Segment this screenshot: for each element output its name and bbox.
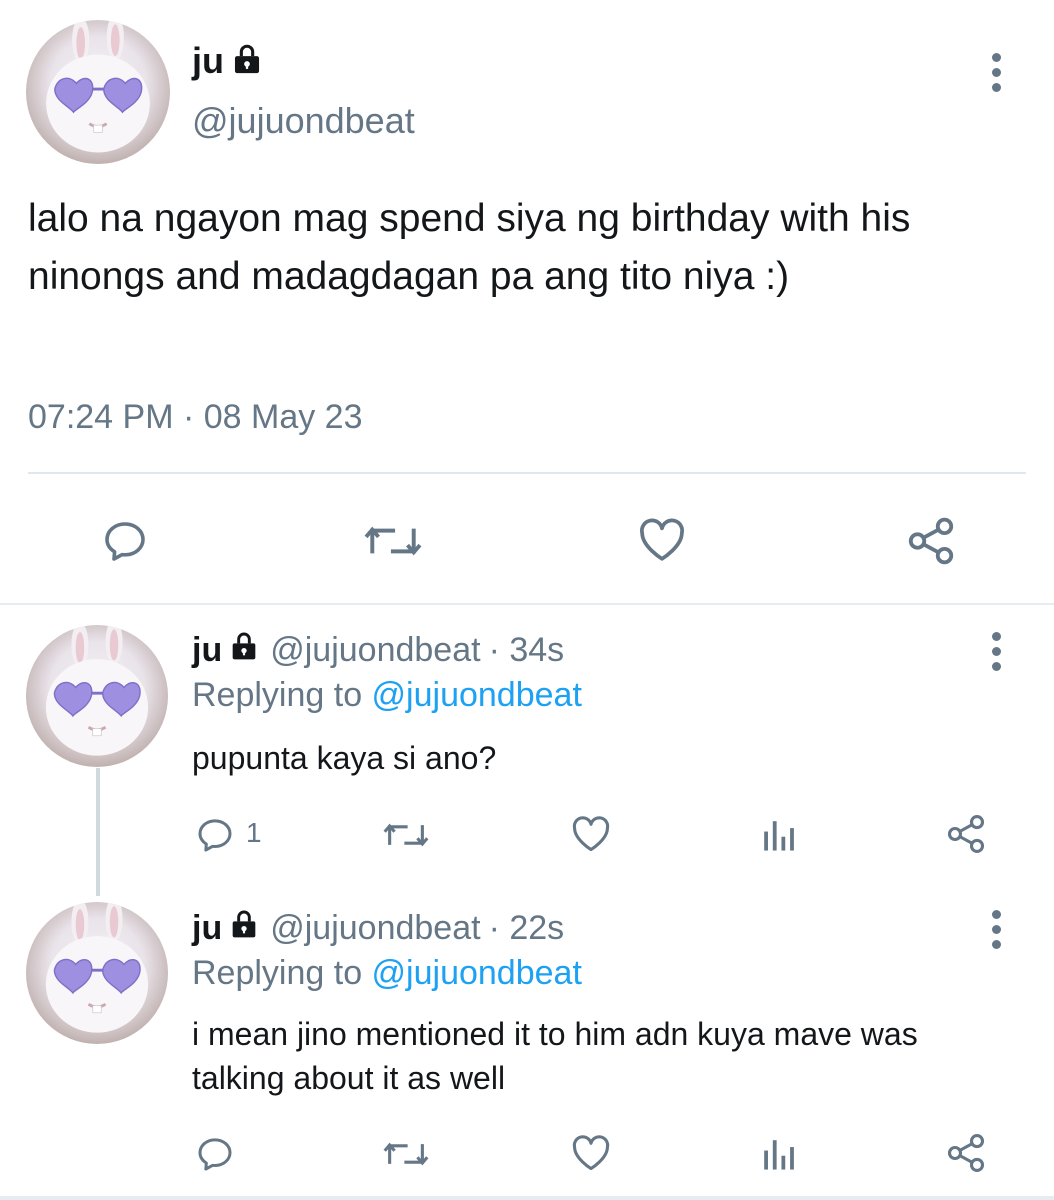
retweet-icon[interactable] [364, 518, 422, 564]
like-icon[interactable] [570, 815, 612, 853]
display-name[interactable]: ju [192, 631, 222, 670]
analytics-icon[interactable] [760, 816, 796, 854]
reply-author-row: ju @jujuondbeat · 34s [192, 630, 564, 671]
avatar[interactable] [26, 20, 170, 164]
handle-row: @jujuondbeat [192, 100, 415, 142]
replying-prefix: Replying to [192, 954, 372, 992]
like-icon[interactable] [636, 517, 688, 563]
reply-icon[interactable] [194, 1134, 236, 1174]
section-divider [0, 603, 1054, 605]
user-handle[interactable]: @jujuondbeat [270, 909, 480, 948]
mention-link[interactable]: @jujuondbeat [372, 676, 582, 714]
replying-to: Replying to @jujuondbeat [192, 676, 582, 715]
share-icon[interactable] [904, 514, 958, 568]
retweet-icon[interactable] [383, 1136, 429, 1172]
analytics-icon[interactable] [760, 1135, 796, 1173]
reply-text: i mean jino mentioned it to him adn kuya… [192, 1016, 918, 1096]
display-name[interactable]: ju [192, 40, 224, 82]
retweet-icon[interactable] [383, 817, 429, 853]
tweet-text: lalo na ngayon mag spend siya ng birthda… [28, 197, 911, 298]
author-row: ju [192, 40, 264, 82]
user-handle[interactable]: @jujuondbeat [270, 631, 480, 670]
tweet-timestamp: 07:24 PM · 08 May 23 [28, 398, 363, 436]
reply-time: · 22s [488, 909, 565, 947]
reply-count: 1 [246, 817, 262, 848]
reply-author-row: ju @jujuondbeat · 22s [192, 908, 564, 949]
display-name[interactable]: ju [192, 909, 222, 948]
mention-link[interactable]: @jujuondbeat [372, 954, 582, 992]
share-icon[interactable] [944, 812, 988, 856]
thread-connector [96, 768, 100, 896]
reply-time: · 34s [488, 631, 565, 669]
share-icon[interactable] [944, 1131, 988, 1175]
reply-text: pupunta kaya si ano? [192, 740, 497, 776]
reply-icon[interactable] [100, 517, 150, 565]
lock-icon [228, 630, 260, 671]
avatar[interactable] [26, 625, 168, 767]
lock-icon [230, 42, 264, 81]
replying-to: Replying to @jujuondbeat [192, 954, 582, 993]
more-options-icon[interactable] [986, 53, 1006, 98]
divider [28, 472, 1026, 474]
more-options-icon[interactable] [986, 910, 1006, 955]
lock-icon [228, 908, 260, 949]
replying-prefix: Replying to [192, 676, 372, 714]
like-icon[interactable] [570, 1134, 612, 1172]
user-handle[interactable]: @jujuondbeat [192, 100, 415, 142]
more-options-icon[interactable] [986, 632, 1006, 677]
reply-icon[interactable] [194, 815, 236, 855]
bottom-divider [0, 1196, 1054, 1200]
avatar[interactable] [26, 902, 168, 1044]
